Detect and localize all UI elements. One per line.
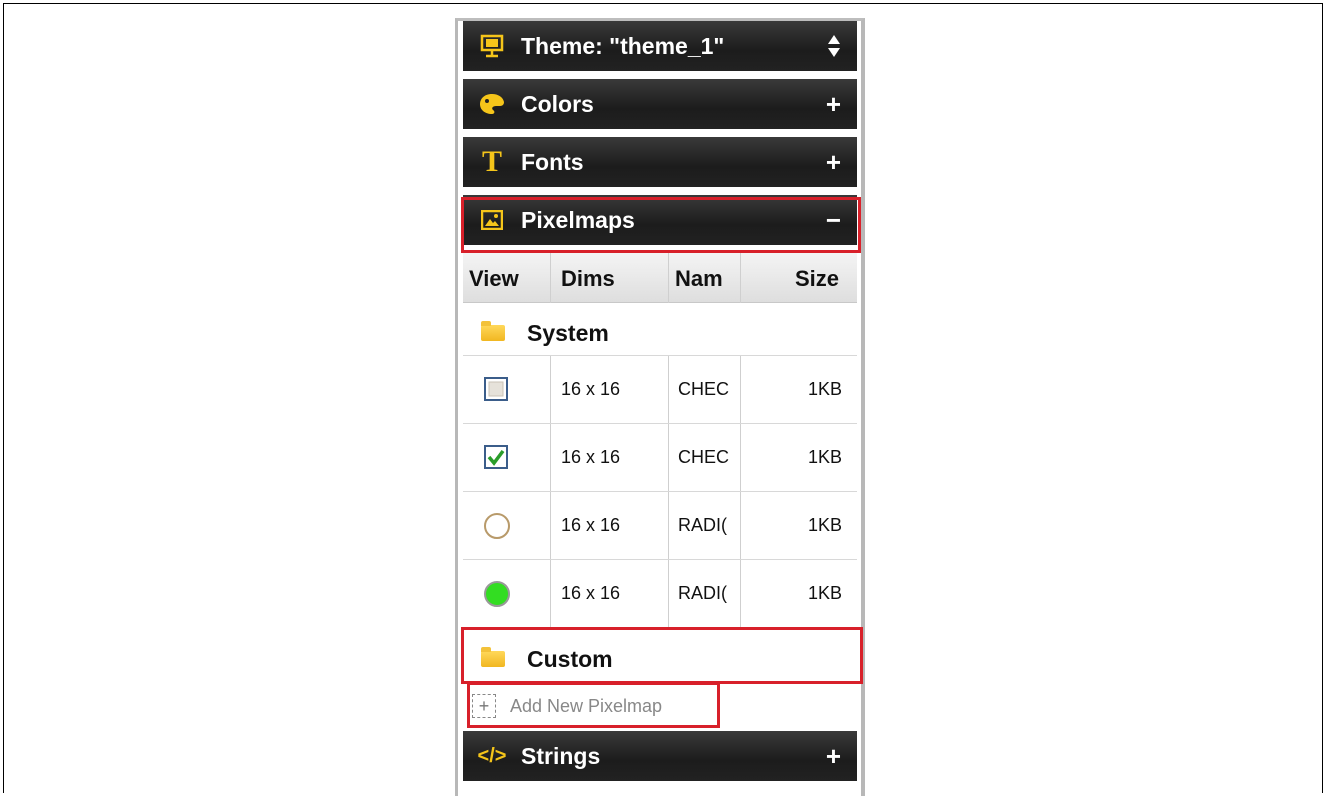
add-new-pixelmap-button[interactable]: + Add New Pixelmap [472, 686, 662, 726]
table-row[interactable]: 16 x 16 RADI( 1KB [463, 560, 857, 628]
checkbox-checked-icon [483, 444, 509, 470]
checkbox-unchecked-icon [483, 376, 509, 402]
group-system-label: System [527, 319, 609, 346]
cell-dims: 16 x 16 [561, 515, 621, 535]
theme-title: Theme: "theme_1" [521, 32, 725, 59]
cell-size: 1KB [808, 447, 843, 467]
col-divider [668, 253, 669, 303]
column-name[interactable]: Nam [675, 266, 723, 292]
expand-strings-button[interactable]: + [826, 731, 841, 781]
section-pixelmaps-label: Pixelmaps [521, 206, 635, 233]
cell-size: 1KB [808, 515, 843, 535]
section-fonts[interactable]: T Fonts + [463, 137, 857, 187]
cell-name: RADI( [678, 583, 727, 603]
expand-fonts-button[interactable]: + [826, 137, 841, 187]
cell-name: CHEC [678, 447, 730, 467]
table-row[interactable]: 16 x 16 CHEC 1KB [463, 424, 857, 492]
palette-icon [477, 89, 507, 119]
code-tag-icon: </> [477, 744, 507, 767]
radio-off-icon [483, 512, 510, 539]
table-row[interactable]: 16 x 16 RADI( 1KB [463, 492, 857, 560]
section-strings-label: Strings [521, 742, 601, 769]
table-row[interactable]: 16 x 16 CHEC 1KB [463, 356, 857, 424]
col-divider [550, 253, 551, 303]
column-view[interactable]: View [469, 266, 519, 292]
folder-icon [481, 321, 505, 341]
expand-colors-button[interactable]: + [826, 79, 841, 129]
cell-name: CHEC [678, 379, 730, 399]
section-colors-label: Colors [521, 90, 594, 117]
table-header: View Dims Nam Size [463, 253, 857, 303]
cell-dims: 16 x 16 [561, 583, 621, 603]
font-t-icon: T [481, 145, 502, 178]
cell-size: 1KB [808, 379, 843, 399]
cell-size: 1KB [808, 583, 843, 603]
image-icon [477, 205, 507, 235]
cell-dims: 16 x 16 [561, 447, 621, 467]
section-strings[interactable]: </> Strings + [463, 731, 857, 781]
column-size[interactable]: Size [795, 266, 839, 292]
section-colors[interactable]: Colors + [463, 79, 857, 129]
cell-name: RADI( [678, 515, 727, 535]
group-custom-label: Custom [527, 645, 613, 672]
up-down-arrows-icon[interactable] [827, 21, 841, 71]
radio-on-icon [483, 580, 510, 607]
section-pixelmaps[interactable]: Pixelmaps − [463, 195, 857, 245]
folder-icon [481, 647, 505, 667]
presentation-icon [477, 31, 507, 61]
section-fonts-label: Fonts [521, 148, 584, 175]
group-system[interactable]: System [463, 303, 857, 363]
theme-panel: Theme: "theme_1" Colors + T Fonts + Pixe… [455, 18, 865, 796]
add-dashed-icon: + [472, 694, 496, 718]
collapse-pixelmaps-button[interactable]: − [826, 195, 841, 245]
cell-dims: 16 x 16 [561, 379, 621, 399]
column-dims[interactable]: Dims [561, 266, 615, 292]
theme-selector[interactable]: Theme: "theme_1" [463, 21, 857, 71]
col-divider [740, 253, 741, 303]
add-new-pixelmap-label: Add New Pixelmap [510, 695, 663, 716]
group-custom[interactable]: Custom [463, 629, 857, 689]
